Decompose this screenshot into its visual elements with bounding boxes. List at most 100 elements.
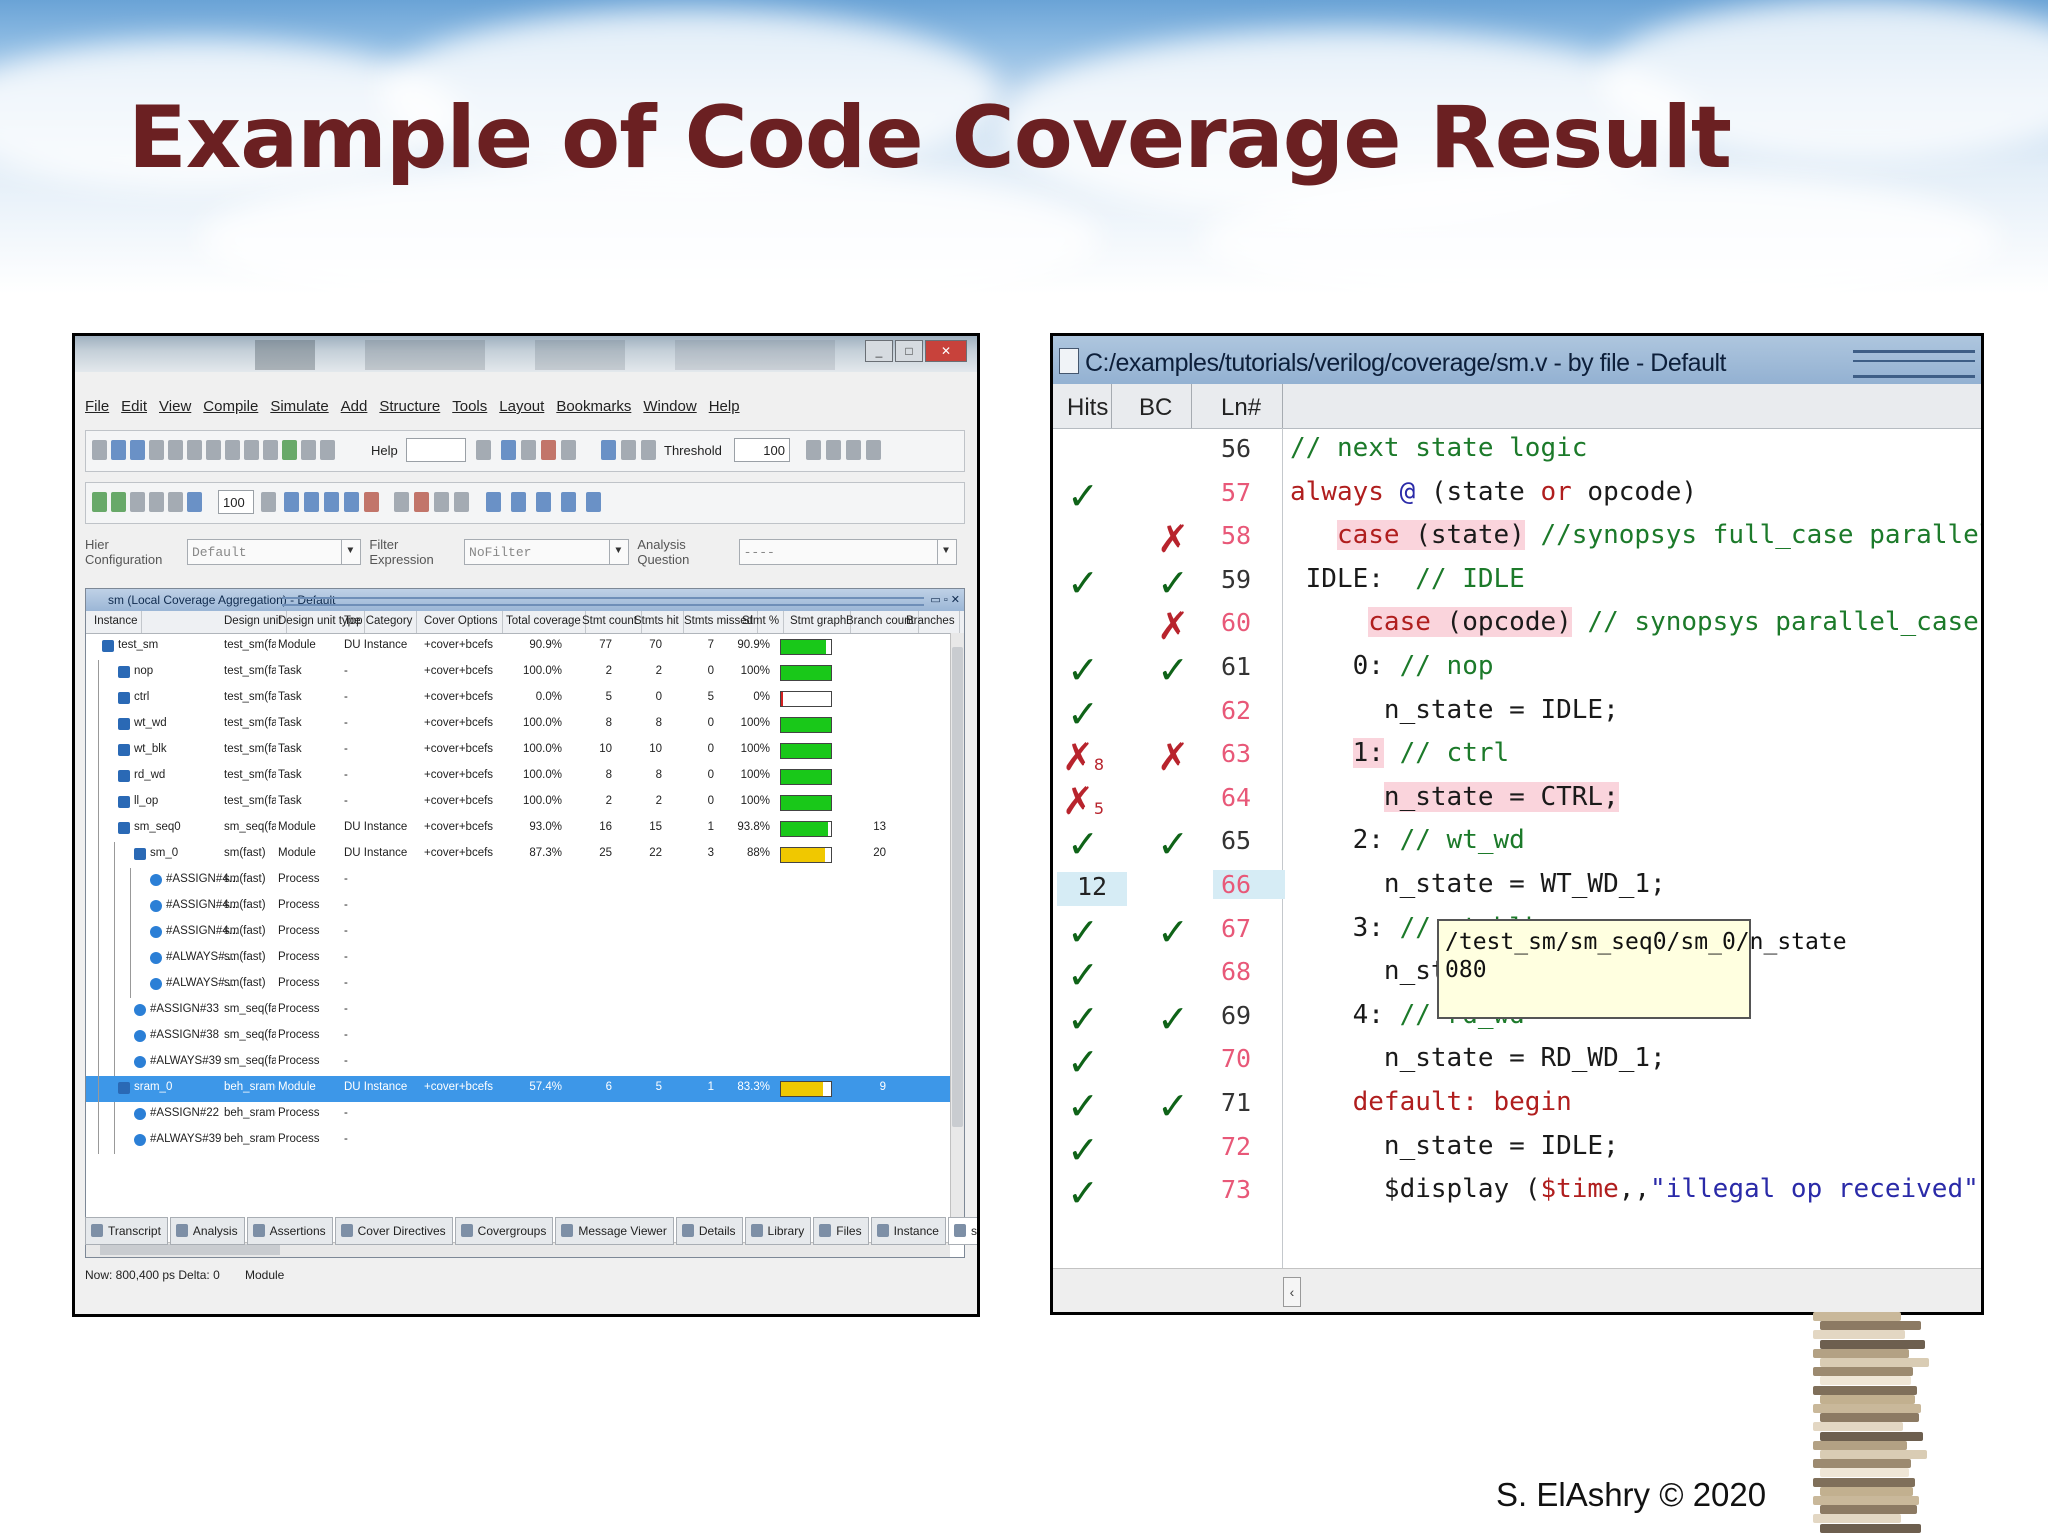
- compile-icon[interactable]: [282, 440, 297, 460]
- layout-icon[interactable]: [501, 440, 516, 460]
- table-row[interactable]: wt_wd test_sm(fast)Task - +cover+bcefs 100.0…: [86, 712, 950, 738]
- find-icon[interactable]: [301, 440, 316, 460]
- maximize-button[interactable]: □: [895, 340, 923, 362]
- step-back-icon[interactable]: [149, 492, 164, 512]
- tab-files[interactable]: Files: [813, 1217, 869, 1245]
- menu-tools[interactable]: Tools: [452, 398, 487, 415]
- zoom-out-icon[interactable]: [511, 492, 526, 512]
- column-header[interactable]: Stmt %: [742, 611, 785, 633]
- code-line[interactable]: ✓ 62 n_state = IDLE;: [1053, 690, 1981, 736]
- hits-column-header[interactable]: Hits: [1067, 394, 1108, 422]
- run-all-icon[interactable]: [284, 492, 299, 512]
- run-length-input[interactable]: 100: [218, 490, 254, 514]
- code-line[interactable]: ✓ 73 $display ($time,,"illegal op receive…: [1053, 1169, 1981, 1215]
- menu-file[interactable]: File: [85, 398, 109, 415]
- column-header[interactable]: Design unit: [224, 611, 287, 633]
- grid-icon[interactable]: [521, 440, 536, 460]
- stop-icon[interactable]: [364, 492, 379, 512]
- code-line[interactable]: ✓ ✓ 71 default: begin: [1053, 1082, 1981, 1128]
- tab-details[interactable]: Details: [675, 1217, 743, 1245]
- menu-simulate[interactable]: Simulate: [270, 398, 328, 415]
- open-icon[interactable]: [111, 440, 126, 460]
- table-row[interactable]: #ALWAYS#... sm(fast) Process -: [86, 946, 950, 972]
- coverage-icon[interactable]: [601, 440, 616, 460]
- dataflow-icon[interactable]: [394, 492, 409, 512]
- table-row[interactable]: wt_blk test_sm(fast)Task - +cover+bcefs 100.…: [86, 738, 950, 764]
- column-header[interactable]: Instance: [94, 611, 144, 633]
- code-line[interactable]: ✗ 58 case (state) //synopsys full_case pa…: [1053, 515, 1981, 561]
- wave-icon[interactable]: [187, 492, 202, 512]
- menu-add[interactable]: Add: [341, 398, 368, 415]
- table-row[interactable]: #ASSIGN#4... sm(fast) Process -: [86, 894, 950, 920]
- table-row[interactable]: ctrl test_sm(fast)Task - +cover+bcefs 0.0% 5 0…: [86, 686, 950, 712]
- hier-config-select[interactable]: Default ▼: [186, 539, 362, 565]
- paste-icon[interactable]: [225, 440, 240, 460]
- table-row[interactable]: #ASSIGN#4... sm(fast) Process -: [86, 868, 950, 894]
- code-line[interactable]: ✓ 57 always @ (state or opcode): [1053, 472, 1981, 518]
- table-row[interactable]: #ASSIGN#38sm_seq(fast)Process-: [86, 1024, 950, 1050]
- line-number-column-header[interactable]: Ln#: [1221, 394, 1261, 422]
- filter-icon[interactable]: [621, 440, 636, 460]
- tab-cover-directives[interactable]: Cover Directives: [334, 1217, 453, 1245]
- run-icon[interactable]: [111, 492, 126, 512]
- step-icon[interactable]: [324, 492, 339, 512]
- question-icon[interactable]: [826, 440, 841, 460]
- code-line[interactable]: ✗ 60 case (opcode) // synopsys parallel_c…: [1053, 602, 1981, 648]
- menu-window[interactable]: Window: [643, 398, 696, 415]
- column-header[interactable]: Stmt graph: [790, 611, 852, 633]
- table-row[interactable]: sram_0 beh_sram(f...Module DU Instance +cov…: [86, 1076, 950, 1102]
- menu-bookmarks[interactable]: Bookmarks: [556, 398, 631, 415]
- redo-icon[interactable]: [263, 440, 278, 460]
- print-icon[interactable]: [168, 440, 183, 460]
- table-row[interactable]: sm_seq0 sm_seq(fast)Module DU Instance +cov…: [86, 816, 950, 842]
- close-button[interactable]: ✕: [925, 340, 967, 362]
- less-than-icon[interactable]: [806, 440, 821, 460]
- menu-view[interactable]: View: [159, 398, 191, 415]
- code-line[interactable]: ✓ ✓ 59 IDLE: // IDLE: [1053, 559, 1981, 605]
- column-header[interactable]: Cover Options: [424, 611, 503, 633]
- code-line[interactable]: ✗5 64 n_state = CTRL;: [1053, 777, 1981, 823]
- menu-edit[interactable]: Edit: [121, 398, 147, 415]
- spin-icon[interactable]: [261, 492, 276, 512]
- threshold-input[interactable]: 100: [734, 438, 790, 462]
- column-header[interactable]: Stmt count: [582, 611, 642, 633]
- drag-handle-icon[interactable]: [1853, 350, 1975, 378]
- restart-icon[interactable]: [92, 492, 107, 512]
- bc-column-header[interactable]: BC: [1139, 394, 1172, 422]
- source-horizontal-scrollbar[interactable]: ‹: [1053, 1268, 1981, 1312]
- help-icon[interactable]: [561, 440, 576, 460]
- zoom-cursor-icon[interactable]: [586, 492, 601, 512]
- continue-icon[interactable]: [304, 492, 319, 512]
- filter-expression-select[interactable]: NoFilter ▼: [464, 539, 630, 565]
- more-icon[interactable]: [866, 440, 881, 460]
- table-row[interactable]: ll_op test_sm(fast)Task - +cover+bcefs 100.0…: [86, 790, 950, 816]
- table-row[interactable]: rd_wd test_sm(fast)Task - +cover+bcefs 100.0…: [86, 764, 950, 790]
- help-search-input[interactable]: [406, 438, 466, 462]
- memory-icon[interactable]: [414, 492, 429, 512]
- code-line[interactable]: ✓ 72 n_state = IDLE;: [1053, 1126, 1981, 1172]
- tab-analysis[interactable]: Analysis: [169, 1217, 245, 1245]
- clear-icon[interactable]: [846, 440, 861, 460]
- binoculars-icon[interactable]: [320, 440, 335, 460]
- code-line[interactable]: ✗8 ✗ 63 1: // ctrl: [1053, 733, 1981, 779]
- search-help-icon[interactable]: [476, 440, 491, 460]
- table-row[interactable]: #ASSIGN#4... sm(fast) Process -: [86, 920, 950, 946]
- tab-transcript[interactable]: Transcript: [85, 1217, 168, 1245]
- copy-icon[interactable]: [206, 440, 221, 460]
- scroll-left-icon[interactable]: ‹: [1283, 1277, 1301, 1307]
- source-code-view[interactable]: 56 // next state logic ✓ 57 always @ (state …: [1053, 428, 1981, 1268]
- table-row[interactable]: test_sm test_sm(fast)Module DU Instance +co…: [86, 634, 950, 660]
- text-icon[interactable]: [641, 440, 656, 460]
- step-forward-icon[interactable]: [168, 492, 183, 512]
- analysis-question-select[interactable]: ---- ▼: [738, 539, 957, 565]
- table-row[interactable]: #ALWAYS#39sm_seq(fast)Process-: [86, 1050, 950, 1076]
- table-row[interactable]: #ALWAYS#... sm(fast) Process -: [86, 972, 950, 998]
- save-icon[interactable]: [130, 440, 145, 460]
- menu-structure[interactable]: Structure: [379, 398, 440, 415]
- code-line[interactable]: ✓ 70 n_state = RD_WD_1;: [1053, 1038, 1981, 1084]
- pane-controls[interactable]: ▭ ▫ ✕: [930, 589, 960, 611]
- code-line[interactable]: 12 66 n_state = WT_WD_1;: [1053, 864, 1981, 908]
- minimize-button[interactable]: _: [865, 340, 893, 362]
- menu-help[interactable]: Help: [709, 398, 740, 415]
- lock-icon[interactable]: [454, 492, 469, 512]
